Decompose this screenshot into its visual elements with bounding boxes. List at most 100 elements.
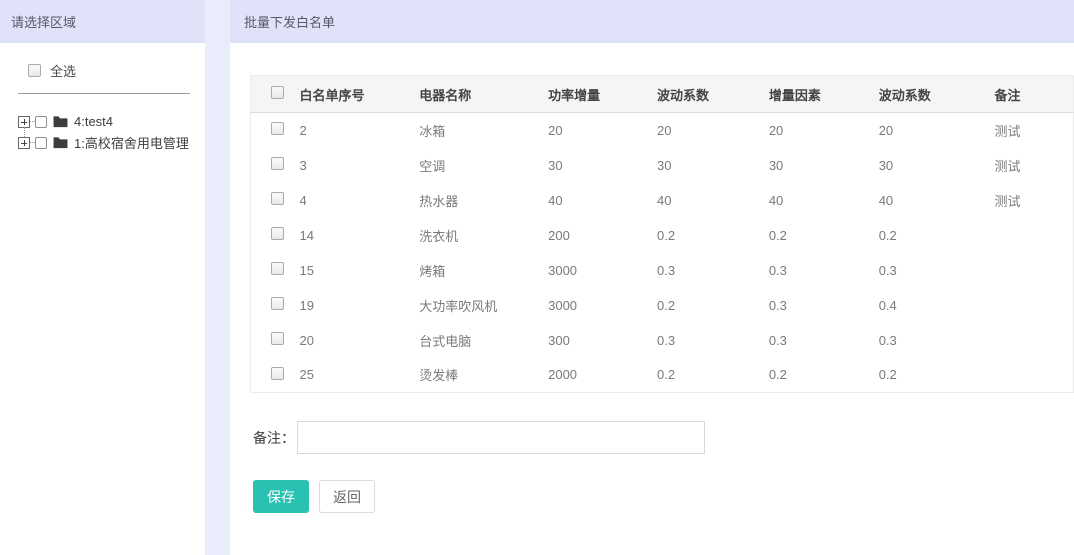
row-checkbox[interactable] (271, 227, 284, 240)
table-cell: 30 (657, 148, 769, 183)
table-cell: 0.2 (879, 218, 995, 253)
row-checkbox-cell (251, 253, 300, 288)
tree-node-checkbox[interactable] (35, 116, 47, 128)
table-cell (995, 288, 1074, 323)
page-title: 批量下发白名单 (244, 12, 335, 31)
table-row: 20台式电脑3000.30.30.3 (251, 323, 1074, 358)
table-cell: 0.3 (769, 323, 879, 358)
table-row: 19大功率吹风机30000.20.30.4 (251, 288, 1074, 323)
row-checkbox[interactable] (271, 157, 284, 170)
table-cell: 0.2 (879, 358, 995, 393)
select-all-checkbox[interactable] (28, 64, 41, 77)
table-cell: 25 (299, 358, 419, 393)
table-cell: 测试 (995, 113, 1074, 148)
row-checkbox-cell (251, 323, 300, 358)
select-all-row: 全选 (18, 61, 205, 80)
table-cell: 4 (299, 183, 419, 218)
table-cell: 40 (548, 183, 657, 218)
expand-icon[interactable] (18, 137, 30, 149)
sidebar-title: 请选择区域 (11, 12, 76, 31)
select-all-rows-checkbox[interactable] (271, 86, 284, 99)
remark-label: 备注： (253, 428, 295, 448)
panel-gap (205, 0, 230, 555)
sidebar-header: 请选择区域 (0, 0, 205, 43)
save-button[interactable]: 保存 (253, 480, 309, 513)
table-row: 25烫发棒20000.20.20.2 (251, 358, 1074, 393)
table-cell: 20 (299, 323, 419, 358)
row-checkbox[interactable] (271, 122, 284, 135)
folder-icon (53, 115, 68, 128)
table-cell: 测试 (995, 183, 1074, 218)
table-cell: 3000 (548, 253, 657, 288)
row-checkbox[interactable] (271, 367, 284, 380)
table-row: 2冰箱20202020测试 (251, 113, 1074, 148)
expand-icon[interactable] (18, 116, 30, 128)
row-checkbox[interactable] (271, 297, 284, 310)
row-checkbox-cell (251, 288, 300, 323)
table-cell (995, 358, 1074, 393)
header-checkbox-cell (251, 76, 300, 113)
action-buttons: 保存 返回 (253, 480, 1074, 513)
column-header: 波动系数 (879, 76, 995, 113)
whitelist-panel: 批量下发白名单 白名单序号电器名称功率增量波动系数增量因素波动系数备注 2冰箱2… (230, 0, 1074, 555)
tree-item-dorm-power: 1:高校宿舍用电管理 (18, 132, 205, 153)
tree-node-label[interactable]: 4:test4 (74, 114, 113, 129)
table-cell: 2 (299, 113, 419, 148)
back-button[interactable]: 返回 (319, 480, 375, 513)
table-cell: 0.4 (879, 288, 995, 323)
table-body: 2冰箱20202020测试3空调30303030测试4热水器40404040测试… (251, 113, 1074, 393)
table-cell: 0.2 (657, 358, 769, 393)
table-cell: 20 (548, 113, 657, 148)
select-all-label: 全选 (50, 61, 76, 80)
column-header: 备注 (995, 76, 1074, 113)
table-cell: 0.3 (879, 253, 995, 288)
remark-row: 备注： (253, 421, 1074, 454)
table-cell: 洗衣机 (419, 218, 548, 253)
table-row: 4热水器40404040测试 (251, 183, 1074, 218)
table-cell: 40 (879, 183, 995, 218)
table-cell: 大功率吹风机 (419, 288, 548, 323)
sidebar-body: 全选 4:test4 1:高校宿舍用电管理 (0, 43, 205, 153)
row-checkbox-cell (251, 113, 300, 148)
column-header: 白名单序号 (299, 76, 419, 113)
tree-node-label[interactable]: 1:高校宿舍用电管理 (74, 133, 189, 152)
table-cell: 台式电脑 (419, 323, 548, 358)
tree-node-checkbox[interactable] (35, 137, 47, 149)
table-cell: 3000 (548, 288, 657, 323)
table-cell: 0.2 (657, 288, 769, 323)
whitelist-table: 白名单序号电器名称功率增量波动系数增量因素波动系数备注 2冰箱20202020测… (250, 75, 1074, 393)
row-checkbox[interactable] (271, 262, 284, 275)
table-cell: 0.3 (657, 253, 769, 288)
table-cell: 3 (299, 148, 419, 183)
region-sidebar: 请选择区域 全选 4:test4 (0, 0, 205, 555)
table-cell: 2000 (548, 358, 657, 393)
whitelist-table-wrap: 白名单序号电器名称功率增量波动系数增量因素波动系数备注 2冰箱20202020测… (250, 75, 1074, 393)
table-row: 3空调30303030测试 (251, 148, 1074, 183)
table-cell: 300 (548, 323, 657, 358)
row-checkbox[interactable] (271, 332, 284, 345)
table-cell: 40 (769, 183, 879, 218)
row-checkbox-cell (251, 183, 300, 218)
remark-input[interactable] (297, 421, 705, 454)
row-checkbox-cell (251, 218, 300, 253)
sidebar-divider (18, 93, 190, 94)
table-cell: 14 (299, 218, 419, 253)
table-cell: 烤箱 (419, 253, 548, 288)
table-cell: 0.2 (657, 218, 769, 253)
table-cell: 热水器 (419, 183, 548, 218)
column-header: 电器名称 (419, 76, 548, 113)
table-cell: 0.2 (769, 218, 879, 253)
table-cell: 200 (548, 218, 657, 253)
folder-icon (53, 136, 68, 149)
table-cell: 20 (879, 113, 995, 148)
tree-item-test4: 4:test4 (18, 111, 205, 132)
column-header: 波动系数 (657, 76, 769, 113)
table-row: 15烤箱30000.30.30.3 (251, 253, 1074, 288)
main-header: 批量下发白名单 (230, 0, 1074, 43)
table-cell: 测试 (995, 148, 1074, 183)
table-cell: 19 (299, 288, 419, 323)
table-head: 白名单序号电器名称功率增量波动系数增量因素波动系数备注 (251, 76, 1074, 113)
table-cell: 30 (879, 148, 995, 183)
row-checkbox[interactable] (271, 192, 284, 205)
table-cell: 0.3 (769, 288, 879, 323)
